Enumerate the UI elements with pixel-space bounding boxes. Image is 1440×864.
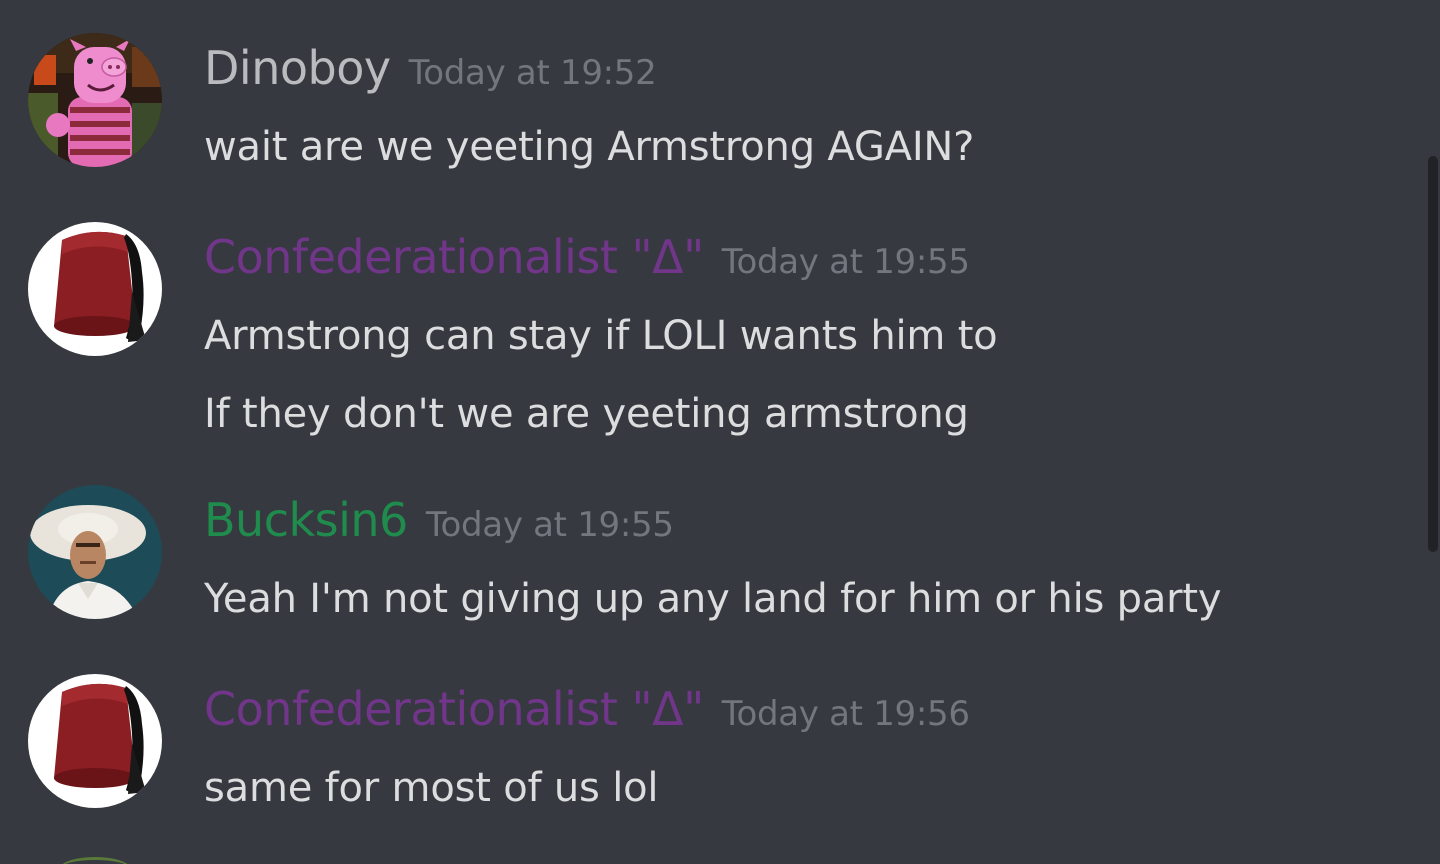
message-item[interactable]: Bucksin6 Today at 19:55 Yeah I'm not givi… <box>0 485 1420 635</box>
message-text: wait are we yeeting Armstrong AGAIN? <box>204 124 975 170</box>
timestamp: Today at 19:55 <box>425 505 674 545</box>
pig-avatar-icon[interactable] <box>28 33 162 167</box>
message-item[interactable]: Confederationalist "Δ" Today at 19:56 sam… <box>0 674 1420 824</box>
timestamp: Today at 19:52 <box>408 53 657 93</box>
man-in-white-hat-avatar-icon[interactable] <box>28 485 162 619</box>
next-avatar-edge <box>60 857 130 864</box>
message-text: If they don't we are yeeting armstrong <box>204 391 969 437</box>
username[interactable]: Bucksin6 <box>204 493 408 547</box>
message-header: Confederationalist "Δ" Today at 19:55 <box>204 234 970 280</box>
message-item[interactable]: Confederationalist "Δ" Today at 19:55 Arm… <box>0 222 1420 452</box>
username[interactable]: Confederationalist "Δ" <box>204 230 704 284</box>
scrollbar[interactable] <box>1426 0 1440 864</box>
message-item[interactable]: Dinoboy Today at 19:52 wait are we yeetin… <box>0 33 1420 183</box>
message-header: Dinoboy Today at 19:52 <box>204 45 657 93</box>
username[interactable]: Confederationalist "Δ" <box>204 682 704 736</box>
timestamp: Today at 19:55 <box>721 242 970 282</box>
username[interactable]: Dinoboy <box>204 41 391 95</box>
message-text: same for most of us lol <box>204 765 659 811</box>
scrollbar-thumb[interactable] <box>1428 156 1438 552</box>
message-text: Armstrong can stay if LOLI wants him to <box>204 313 998 359</box>
message-header: Confederationalist "Δ" Today at 19:56 <box>204 686 970 732</box>
timestamp: Today at 19:56 <box>721 694 970 734</box>
fez-avatar-icon[interactable] <box>28 222 162 356</box>
message-header: Bucksin6 Today at 19:55 <box>204 497 674 543</box>
chat-message-list[interactable]: Dinoboy Today at 19:52 wait are we yeetin… <box>0 0 1440 864</box>
message-text: Yeah I'm not giving up any land for him … <box>204 576 1222 622</box>
fez-avatar-icon[interactable] <box>28 674 162 808</box>
